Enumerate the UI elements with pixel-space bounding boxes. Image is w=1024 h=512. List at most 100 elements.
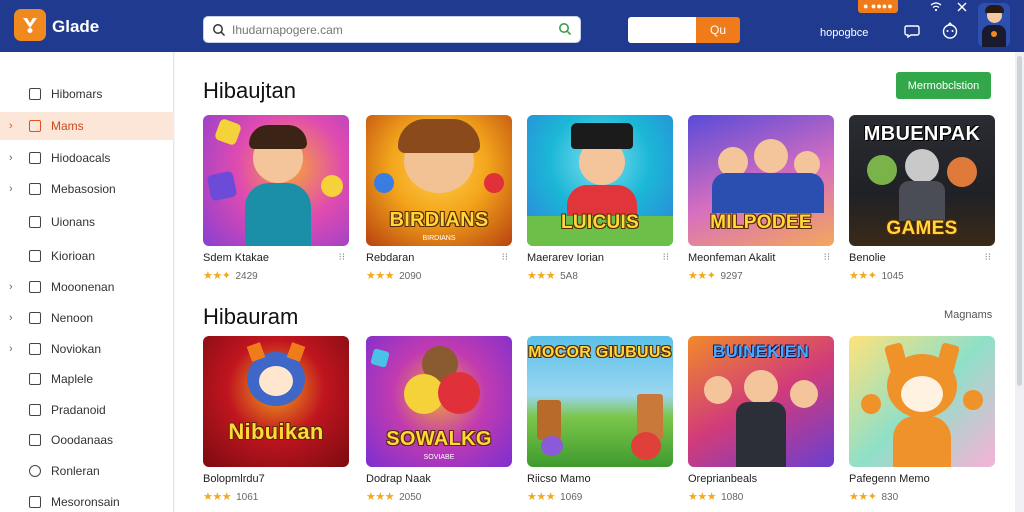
- sidebar-item-2[interactable]: › Mams: [0, 112, 174, 140]
- sidebar-item-label: Uionans: [51, 215, 96, 229]
- rating-value: 1069: [560, 492, 583, 503]
- avatar[interactable]: [978, 3, 1010, 47]
- sidebar-item-4[interactable]: › Mebasosion: [0, 175, 174, 203]
- game-thumbnail[interactable]: LUICUIS: [527, 115, 673, 246]
- game-card[interactable]: MILPODEE Meonfeman Akalit ⁝⁝ ★★✦ 9297: [688, 115, 834, 282]
- game-card[interactable]: BUINEKIEN Oreprianbeals ★★★ 1080: [688, 336, 834, 503]
- game-card[interactable]: MBUENPAK GAMES Benolie ⁝⁝ ★★✦ 1045: [849, 115, 995, 282]
- game-title[interactable]: Oreprianbeals: [688, 473, 757, 485]
- rating-stars-icon: ★★✦: [849, 270, 877, 282]
- game-thumbnail[interactable]: [203, 115, 349, 246]
- sidebar-item-label: Mesoronsain: [51, 495, 120, 509]
- sidebar-item-9[interactable]: › Noviokan: [0, 335, 174, 363]
- rating-value: 1080: [721, 492, 744, 503]
- game-thumbnail[interactable]: SOWALKG SOVIABE: [366, 336, 512, 467]
- window-icon: [29, 343, 41, 355]
- sidebar-item-label: Mams: [51, 119, 84, 133]
- game-thumbnail[interactable]: Nibuikan: [203, 336, 349, 467]
- app-logo-icon[interactable]: [14, 9, 46, 41]
- sidebar-item-label: Nenoon: [51, 311, 94, 325]
- game-card[interactable]: MOCOR GIUBUUS Riicso Mamo ★★★ 1069: [527, 336, 673, 503]
- grid-icon: [29, 152, 41, 164]
- game-logo-text: SOWALKG: [386, 428, 492, 450]
- sidebar-item-7[interactable]: › Mooonenan: [0, 273, 174, 301]
- game-thumbnail[interactable]: MBUENPAK GAMES: [849, 115, 995, 246]
- sidebar-item-label: Ooodanaas: [51, 433, 114, 447]
- sidebar-item-6[interactable]: Kiorioan: [0, 242, 174, 270]
- search-bar[interactable]: [203, 16, 581, 43]
- chat-icon[interactable]: [903, 22, 921, 40]
- more-options-icon[interactable]: ⁝⁝: [824, 252, 830, 263]
- game-title[interactable]: Sdem Ktakae: [203, 252, 269, 264]
- chevron-right-icon: ›: [9, 152, 13, 164]
- tag-icon: [29, 216, 41, 228]
- game-logo-subtext: BIRDIANS: [422, 235, 456, 242]
- username-label[interactable]: hopogbce: [820, 27, 868, 39]
- game-card[interactable]: LUICUIS Maerarev Iorian ⁝⁝ ★★★ 5A8: [527, 115, 673, 282]
- box-icon: [29, 281, 41, 293]
- game-title[interactable]: Maerarev Iorian: [527, 252, 604, 264]
- search-submit-icon[interactable]: [558, 22, 572, 36]
- rating-value: 2429: [235, 271, 258, 282]
- game-logo-text: BIRDIANS: [389, 209, 489, 231]
- sidebar-item-1[interactable]: Hibomars: [0, 80, 174, 108]
- game-title[interactable]: Rebdaran: [366, 252, 414, 264]
- sidebar-item-label: Mooonenan: [51, 280, 115, 294]
- game-thumbnail[interactable]: MOCOR GIUBUUS: [527, 336, 673, 467]
- sidebar-item-12[interactable]: Ooodanaas: [0, 426, 174, 454]
- sidebar-item-label: Kiorioan: [51, 249, 96, 263]
- sidebar-item-8[interactable]: › Nenoon: [0, 304, 174, 332]
- section-action-button[interactable]: Mermobclstion: [896, 72, 991, 99]
- rating-value: 9297: [720, 271, 743, 282]
- app-name[interactable]: Glade: [52, 17, 99, 37]
- sidebar-item-5[interactable]: Uionans: [0, 208, 174, 236]
- sidebar-item-10[interactable]: Maplele: [0, 365, 174, 393]
- sidebar-item-3[interactable]: › Hiodoacals: [0, 144, 174, 172]
- more-options-icon[interactable]: ⁝⁝: [663, 252, 669, 263]
- game-thumbnail[interactable]: MILPODEE: [688, 115, 834, 246]
- game-thumbnail[interactable]: [849, 336, 995, 467]
- logo-mark-icon: [23, 18, 37, 33]
- section-title: Hibauram: [203, 304, 299, 329]
- list-icon: [29, 88, 41, 100]
- rating-value: 830: [881, 492, 899, 503]
- game-thumbnail[interactable]: BUINEKIEN: [688, 336, 834, 467]
- game-thumbnail[interactable]: BIRDIANS BIRDIANS: [366, 115, 512, 246]
- section-title: Hibaujtan: [203, 78, 296, 103]
- scrollbar-thumb[interactable]: [1017, 56, 1022, 386]
- game-title[interactable]: Benolie: [849, 252, 886, 264]
- sidebar-item-13[interactable]: Ronleran: [0, 457, 174, 485]
- rating-value: 2050: [399, 492, 422, 503]
- rating-stars-icon: ★★✦: [688, 270, 716, 282]
- section-more-link[interactable]: Magnams: [944, 309, 992, 321]
- promo-code-field[interactable]: [628, 17, 696, 43]
- game-card[interactable]: BIRDIANS BIRDIANS Rebdaran ⁝⁝ ★★★ 2090: [366, 115, 512, 282]
- chevron-right-icon: ›: [9, 120, 13, 132]
- game-title[interactable]: Dodrap Naak: [366, 473, 431, 485]
- game-title[interactable]: Bolopmlrdu7: [203, 473, 265, 485]
- game-title[interactable]: Meonfeman Akalit: [688, 252, 775, 264]
- game-rating: ★★★ 5A8: [527, 269, 578, 282]
- game-title[interactable]: Pafegenn Memo: [849, 473, 930, 485]
- more-options-icon[interactable]: ⁝⁝: [502, 252, 508, 263]
- scrollbar[interactable]: [1015, 52, 1024, 512]
- search-input[interactable]: [232, 22, 552, 37]
- rating-value: 2090: [399, 271, 422, 282]
- sidebar-item-label: Hibomars: [51, 87, 103, 101]
- game-card[interactable]: Pafegenn Memo ★★✦ 830: [849, 336, 995, 503]
- game-card[interactable]: Nibuikan Bolopmlrdu7 ★★★ 1061: [203, 336, 349, 503]
- notification-icon[interactable]: [940, 21, 960, 41]
- sidebar-item-11[interactable]: Pradanoid: [0, 396, 174, 424]
- card-icon: [29, 434, 41, 446]
- user-icon: [29, 250, 41, 262]
- sidebar-item-14[interactable]: Mesoronsain: [0, 488, 174, 512]
- close-icon[interactable]: [955, 0, 969, 14]
- more-options-icon[interactable]: ⁝⁝: [339, 252, 345, 263]
- game-card[interactable]: SOWALKG SOVIABE Dodrap Naak ★★★ 2050: [366, 336, 512, 503]
- game-title[interactable]: Riicso Mamo: [527, 473, 591, 485]
- game-rating: ★★✦ 2429: [203, 269, 258, 282]
- more-options-icon[interactable]: ⁝⁝: [985, 252, 991, 263]
- game-card[interactable]: Sdem Ktakae ⁝⁝ ★★✦ 2429: [203, 115, 349, 282]
- chevron-right-icon: ›: [9, 183, 13, 195]
- promo-submit-button[interactable]: Qu: [696, 17, 740, 43]
